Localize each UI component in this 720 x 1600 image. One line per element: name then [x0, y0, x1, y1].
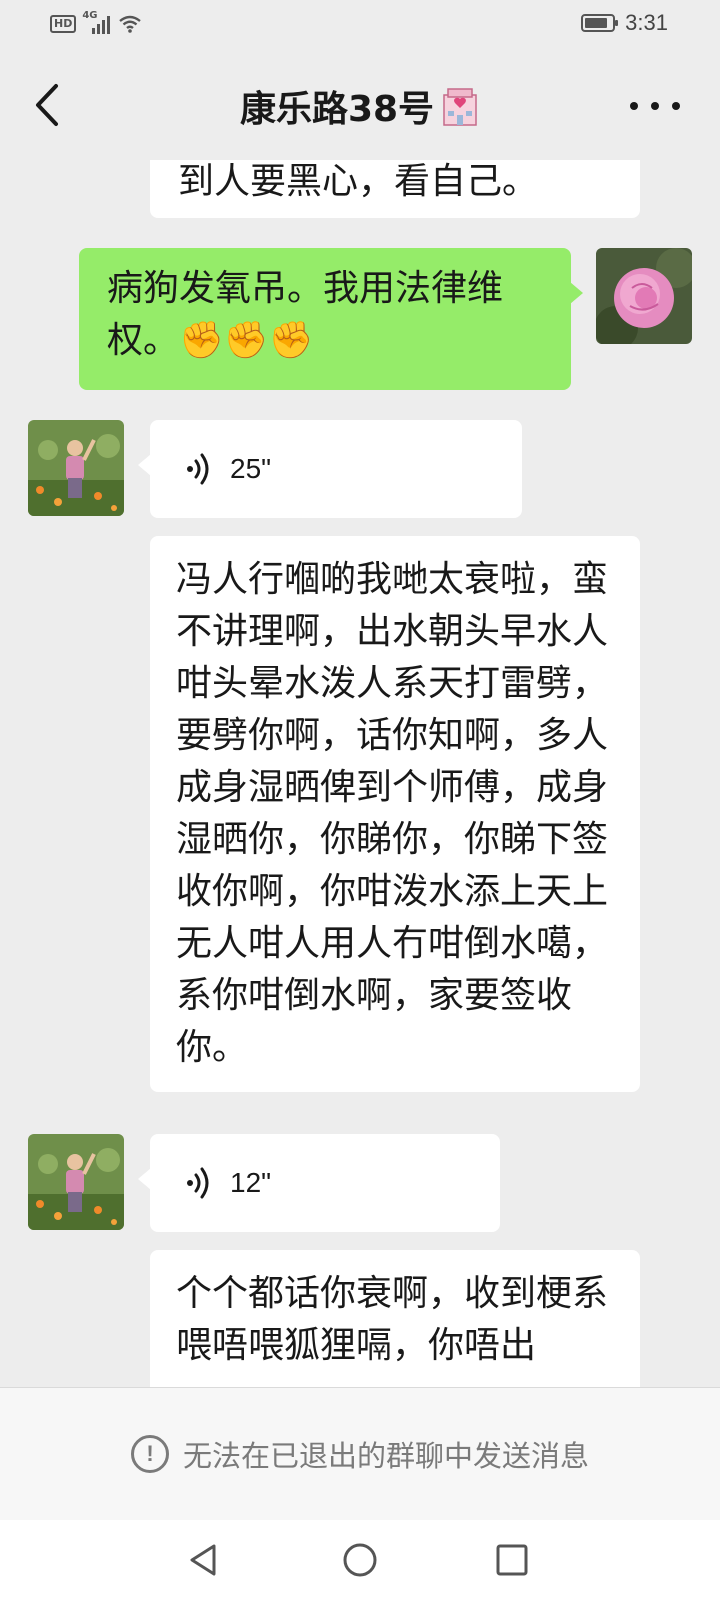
- status-right: 3:31: [581, 10, 668, 36]
- voice-wave-icon: [187, 1167, 209, 1199]
- voice-row: 12": [186, 1134, 464, 1232]
- hd-icon: HD: [50, 15, 77, 33]
- message-text: 个个都话你衰啊，收到梗系喂唔喂狐狸嗝，你唔出: [176, 1273, 609, 1366]
- chat-title-wrap: 康乐路38号: [0, 80, 720, 132]
- voice-duration: 12": [230, 1167, 272, 1198]
- info-circle-icon: !: [130, 1435, 169, 1473]
- clock: 3:31: [625, 10, 668, 35]
- self-avatar[interactable]: [596, 248, 692, 344]
- message-text: 病狗发氧吊。我用法律维权。✊✊✊: [107, 268, 504, 361]
- circle-home-icon[interactable]: [342, 1542, 378, 1578]
- group-exit-notice: ! 无法在已退出的群聊中发送消息: [0, 1387, 720, 1520]
- notice-text: 无法在已退出的群聊中发送消息: [182, 1439, 589, 1473]
- wifi-icon: [119, 15, 142, 33]
- cellular-signal-icon: 4G: [82, 10, 112, 36]
- message-bubble[interactable]: 个个都话你衰啊，收到梗系喂唔喂狐狸嗝，你唔出: [150, 1250, 640, 1387]
- voice-message-bubble[interactable]: 12": [138, 1134, 500, 1232]
- hospital-emoji-icon: [443, 88, 477, 126]
- voice-wave-icon: [187, 453, 209, 485]
- voice-duration: 25": [230, 453, 272, 484]
- more-dot-icon: [630, 102, 638, 110]
- square-recents-icon[interactable]: [494, 1542, 530, 1578]
- woman-in-garden-avatar: [28, 420, 124, 516]
- network-type-label: 4G: [82, 10, 98, 21]
- sender-avatar[interactable]: [28, 1134, 124, 1230]
- voice-row: 25": [186, 420, 486, 518]
- message-bubble[interactable]: 到人要黑心，看自己。: [150, 160, 640, 218]
- more-dot-icon: [672, 102, 680, 110]
- sender-avatar[interactable]: [28, 420, 124, 516]
- status-left: HD 4G: [50, 10, 142, 36]
- pink-rose-avatar: [596, 248, 692, 344]
- voice-message-bubble[interactable]: 25": [138, 420, 522, 518]
- message-list[interactable]: 到人要黑心，看自己。 病狗发氧吊。我用法律维权。✊✊✊ 25" 冯人行嗰啲我哋太…: [0, 160, 720, 1387]
- system-navigation-bar: [0, 1520, 720, 1600]
- more-dot-icon: [651, 102, 659, 110]
- battery-icon: [581, 14, 619, 32]
- message-text: 冯人行嗰啲我哋太衰啦，蛮不讲理啊，出水朝头早水人咁头晕水泼人系天打雷劈，要劈你啊…: [176, 559, 609, 1068]
- message-bubble[interactable]: 冯人行嗰啲我哋太衰啦，蛮不讲理啊，出水朝头早水人咁头晕水泼人系天打雷劈，要劈你啊…: [150, 536, 640, 1092]
- chat-header: 康乐路38号: [0, 50, 720, 160]
- message-bubble[interactable]: 病狗发氧吊。我用法律维权。✊✊✊: [79, 248, 583, 390]
- chat-title: 康乐路38号: [239, 89, 435, 130]
- status-bar: HD 4G 3:31: [0, 0, 720, 50]
- woman-in-garden-avatar: [28, 1134, 124, 1230]
- triangle-back-icon[interactable]: [186, 1542, 222, 1578]
- more-options-button[interactable]: [630, 98, 680, 114]
- message-text: 到人要黑心，看自己。: [178, 161, 539, 202]
